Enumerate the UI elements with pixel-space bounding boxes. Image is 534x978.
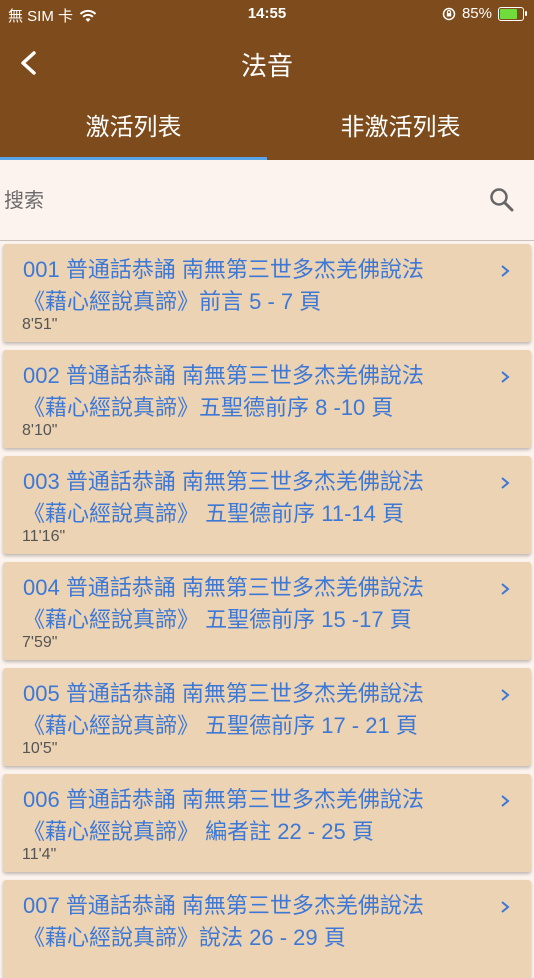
list-item[interactable]: 002 普通話恭誦 南無第三世多杰羌佛說法 《藉心經說真諦》五聖德前序 8 -1… [3, 350, 531, 448]
page-title: 法音 [240, 51, 293, 81]
battery-percent: 85% [461, 5, 492, 22]
item-subtitle: 《藉心經說真諦》五聖德前序 8 -10 頁 [23, 395, 394, 420]
list-item[interactable]: 007 普通話恭誦 南無第三世多杰羌佛說法 《藉心經說真諦》說法 26 - 29… [3, 880, 531, 978]
app-bar: 法音 [0, 28, 534, 98]
item-title: 002 普通話恭誦 南無第三世多杰羌佛說法 [23, 363, 424, 388]
item-duration: 7'59" [22, 634, 58, 651]
battery-icon [498, 6, 527, 21]
chevron-right-icon [501, 795, 510, 807]
item-subtitle: 《藉心經說真諦》 五聖德前序 17 - 21 頁 [23, 713, 418, 738]
chevron-right-icon [501, 901, 510, 913]
item-title: 007 普通話恭誦 南無第三世多杰羌佛說法 [23, 893, 424, 918]
item-title: 005 普通話恭誦 南無第三世多杰羌佛說法 [23, 681, 424, 706]
tab-bar: 激活列表 非激活列表 [0, 98, 534, 160]
orientation-lock-icon [442, 7, 456, 20]
item-duration: 8'51" [22, 316, 58, 333]
item-duration: 10'5" [22, 740, 58, 757]
list-item[interactable]: 003 普通話恭誦 南無第三世多杰羌佛說法 《藉心經說真諦》 五聖德前序 11-… [3, 456, 531, 554]
tab-active-list[interactable]: 激活列表 [0, 98, 267, 160]
chevron-right-icon [501, 477, 510, 489]
item-subtitle: 《藉心經說真諦》前言 5 - 7 頁 [23, 289, 322, 314]
item-subtitle: 《藉心經說真諦》 五聖德前序 15 -17 頁 [23, 607, 412, 632]
search-icon[interactable] [488, 186, 516, 214]
status-bar: 無 SIM 卡 14:55 85% [0, 0, 534, 28]
status-right: 85% [442, 5, 527, 22]
search-input[interactable] [2, 182, 476, 220]
item-duration: 11'4" [22, 846, 57, 863]
item-title: 006 普通話恭誦 南無第三世多杰羌佛說法 [23, 787, 424, 812]
item-duration: 8'10" [22, 422, 58, 439]
item-title: 003 普通話恭誦 南無第三世多杰羌佛說法 [23, 469, 424, 494]
item-title: 001 普通話恭誦 南無第三世多杰羌佛說法 [23, 257, 424, 282]
list-item[interactable]: 005 普通話恭誦 南無第三世多杰羌佛說法 《藉心經說真諦》 五聖德前序 17 … [3, 668, 531, 766]
item-subtitle: 《藉心經說真諦》說法 26 - 29 頁 [23, 925, 346, 950]
chevron-right-icon [501, 265, 510, 277]
item-subtitle: 《藉心經說真諦》 五聖德前序 11-14 頁 [23, 501, 404, 526]
tab-inactive-list[interactable]: 非激活列表 [267, 98, 534, 160]
chevron-right-icon [501, 371, 510, 383]
item-duration: 11'16" [22, 528, 66, 545]
item-subtitle: 《藉心經說真諦》 編者註 22 - 25 頁 [23, 819, 374, 844]
list-item[interactable]: 006 普通話恭誦 南無第三世多杰羌佛說法 《藉心經說真諦》 編者註 22 - … [3, 774, 531, 872]
item-title: 004 普通話恭誦 南無第三世多杰羌佛說法 [23, 575, 424, 600]
chevron-right-icon [501, 689, 510, 701]
search-bar [0, 160, 534, 241]
chevron-right-icon [501, 583, 510, 595]
list-item[interactable]: 001 普通話恭誦 南無第三世多杰羌佛說法 《藉心經說真諦》前言 5 - 7 頁… [3, 244, 531, 342]
list-item[interactable]: 004 普通話恭誦 南無第三世多杰羌佛說法 《藉心經說真諦》 五聖德前序 15 … [3, 562, 531, 660]
